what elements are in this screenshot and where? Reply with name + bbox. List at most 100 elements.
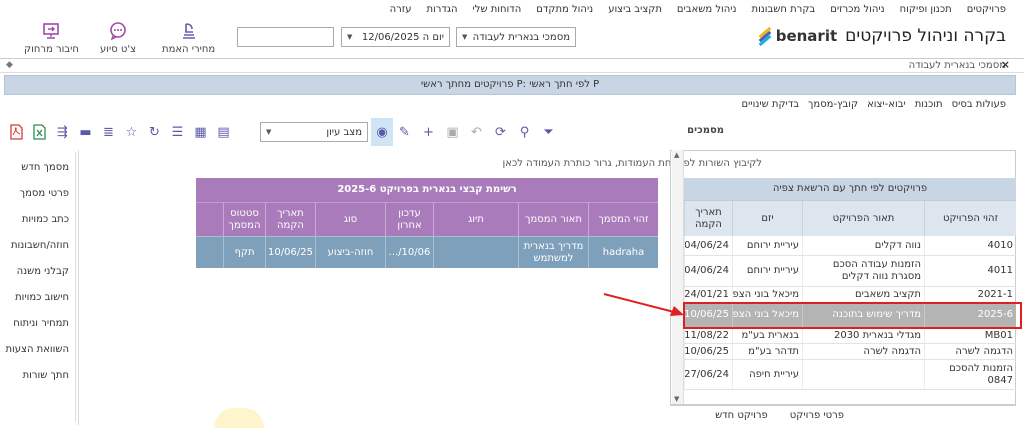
app-title: בקרה וניהול פרויקטים: [845, 26, 1006, 46]
topnav-item[interactable]: ניהול מתקדם: [536, 4, 593, 15]
projects-cell: מיכאל בוני הצפ: [732, 287, 802, 302]
ribbon-tab[interactable]: פעולות בסיס: [952, 99, 1006, 110]
sidebar-item[interactable]: מסמך חדש: [21, 162, 69, 173]
projects-cell: 2021-1: [924, 287, 1016, 302]
projects-column-header[interactable]: זהוי הפרויקט: [924, 201, 1016, 236]
projects-column-header[interactable]: תאור הפרויקט: [802, 201, 924, 236]
files-column-header[interactable]: תאור המסמך: [518, 203, 588, 236]
projects-scrollbar[interactable]: ▲ ▼: [672, 150, 684, 404]
star-icon[interactable]: ☆: [123, 124, 140, 141]
projects-cell: נווה דקלים: [802, 236, 924, 255]
files-column-header[interactable]: עדכון אחרון: [385, 203, 433, 236]
projects-cell: תדהר בע"מ: [732, 344, 802, 359]
filter-icon[interactable]: ⏷: [540, 124, 557, 141]
projects-cell: הדגמה לשרה: [924, 344, 1016, 359]
ribbon-tab[interactable]: יבוא-יצוא: [867, 99, 906, 110]
topnav-item[interactable]: הגדרות: [426, 4, 457, 15]
top-nav: פרויקטים תכנון ופיקוח ניהול מכרזים בקרת חשב…: [0, 0, 1024, 18]
table-row[interactable]: הזמנות להסכם 0847 עיריית חיפה 27/06/24: [684, 360, 1016, 390]
chat-icon: [107, 20, 129, 42]
projects-cell: עיריית חיפה: [732, 360, 802, 389]
price-icon: [178, 20, 200, 42]
true-prices-label: מחירי האמת: [162, 44, 216, 55]
chat-help-button[interactable]: צ'ט סיוע: [100, 20, 136, 55]
indent-icon[interactable]: ⇶: [54, 124, 71, 141]
table-row[interactable]: MB01 מגדלי בנארית 2030 בנארית בע"מ 11/08/22: [684, 328, 1016, 344]
save-icon[interactable]: ▣: [444, 124, 461, 141]
layout-icon[interactable]: ▤: [215, 124, 232, 141]
projects-cell: תקציב משאבים: [802, 287, 924, 302]
search-input[interactable]: [237, 27, 334, 47]
undo-icon[interactable]: ↶: [468, 124, 485, 141]
sidebar-item[interactable]: קבלני משנה: [17, 266, 69, 277]
add-icon[interactable]: +: [420, 124, 437, 141]
projects-column-header[interactable]: יזם: [732, 201, 802, 236]
table-row[interactable]: הדגמה לשרה הדגמה לשרה תדהר בע"מ 10/06/25: [684, 344, 1016, 360]
sidebar-item[interactable]: חוזה/חשבונות: [11, 240, 69, 251]
sidebar-item[interactable]: פרטי מסמך: [20, 188, 69, 199]
close-icon[interactable]: ×: [1001, 58, 1010, 71]
status-select[interactable]: מצב עיון ▼: [260, 122, 368, 142]
topnav-item[interactable]: תכנון ופיקוח: [900, 4, 952, 15]
files-column-header[interactable]: סוג: [315, 203, 385, 236]
edit-icon[interactable]: ✎: [396, 124, 413, 141]
table-row[interactable]: hadraha מדריך בנארית למשתמש 10/06/... חוזה-…: [196, 236, 658, 268]
files-column-header[interactable]: תיוג: [433, 203, 518, 236]
topnav-item[interactable]: הדוחות שלי: [473, 4, 522, 15]
projects-table: פרויקטים לפי חתך עם הרשאת צפיה זהוי הפרו…: [684, 178, 1016, 390]
projects-cell: MB01: [924, 328, 1016, 343]
ribbon-tab[interactable]: בדיקת שינויים: [742, 99, 799, 110]
sidebar-item[interactable]: חתך שורות: [23, 370, 69, 381]
sidebar-item[interactable]: כתב כמויות: [22, 214, 69, 225]
eye-icon: ◉: [376, 124, 388, 140]
bottom-bar-item[interactable]: פרויקט חדש: [715, 410, 768, 421]
table-row[interactable]: 4011 הזמנות עבודה הסכם מסגרת נווה דקלים עי…: [684, 256, 1016, 287]
remote-connect-button[interactable]: חיבור מרחוק: [24, 20, 79, 55]
sidebar-item[interactable]: חישוב כמויות: [15, 292, 69, 303]
chevron-down-icon: ▼: [347, 33, 353, 41]
true-prices-button[interactable]: מחירי האמת: [162, 20, 215, 55]
ribbon-tab[interactable]: תוכנות: [915, 99, 943, 110]
window-subtitle-bar: מסמכי בנארית לעבודה: [0, 58, 1024, 73]
refresh-tag-icon[interactable]: ↻: [146, 124, 163, 141]
ribbon-tab[interactable]: קובץ-מסמך: [808, 99, 858, 110]
sidebar-item[interactable]: השוואת הצעות: [5, 344, 69, 355]
brand-logo: benarit: [758, 26, 837, 47]
files-cell: מדריך בנארית למשתמש: [518, 237, 588, 268]
date-select[interactable]: יום ה 12/06/2025 ▼: [341, 27, 450, 47]
scroll-up-icon[interactable]: ▲: [674, 151, 679, 159]
search-icon[interactable]: ⚲: [516, 124, 533, 141]
projects-column-header[interactable]: תאריך הקמה: [684, 201, 732, 236]
collapse-rows-icon[interactable]: ▬: [77, 124, 94, 141]
refresh-icon[interactable]: ⟳: [492, 124, 509, 141]
table-row[interactable]: 4010 נווה דקלים עיריית ירוחם 04/06/24: [684, 236, 1016, 256]
topnav-item[interactable]: פרויקטים: [967, 4, 1006, 15]
projects-cell: מגדלי בנארית 2030: [802, 328, 924, 343]
topnav-item[interactable]: ניהול משאבים: [677, 4, 737, 15]
bottom-bar-item[interactable]: פרטי פרויקט: [790, 410, 844, 421]
pdf-icon[interactable]: [8, 124, 25, 141]
files-table: רשימת קבצי בנארית בפרויקט 2025-6 זהוי המ…: [196, 178, 658, 268]
projects-cell: 11/08/22: [684, 328, 732, 343]
view-mode-button[interactable]: ◉: [371, 118, 393, 146]
grid-icon[interactable]: ▦: [192, 124, 209, 141]
scroll-down-icon[interactable]: ▼: [674, 395, 679, 403]
topnav-item[interactable]: תקציב ביצוע: [608, 4, 662, 15]
topnav-item[interactable]: בקרת חשבונות: [752, 4, 816, 15]
remote-connect-label: חיבור מרחוק: [24, 44, 79, 55]
table-row[interactable]: 2021-1 תקציב משאבים מיכאל בוני הצפ 24/01/21: [684, 287, 1016, 303]
excel-icon[interactable]: [31, 124, 48, 141]
files-column-header[interactable]: סטטוס המסמך: [223, 203, 265, 236]
files-column-header[interactable]: זהוי המסמך: [588, 203, 658, 236]
rows-icon[interactable]: ☰: [169, 124, 186, 141]
library-select-value: מסמכי בנארית לעבודה: [472, 31, 570, 43]
files-column-header[interactable]: תאריך הקמה: [265, 203, 315, 236]
projects-table-header: זהוי הפרויקט תאור הפרויקט יזם תאריך הקמה: [684, 200, 1016, 236]
topnav-item[interactable]: עזרה: [390, 4, 412, 15]
expand-rows-icon[interactable]: ≣: [100, 124, 117, 141]
pin-icon[interactable]: ◆: [6, 60, 13, 70]
topnav-item[interactable]: ניהול מכרזים: [830, 4, 884, 15]
sidebar-item[interactable]: תמחיר וניתוח: [13, 318, 69, 329]
projects-cell: 4010: [924, 236, 1016, 255]
library-select[interactable]: מסמכי בנארית לעבודה ▼: [456, 27, 576, 47]
